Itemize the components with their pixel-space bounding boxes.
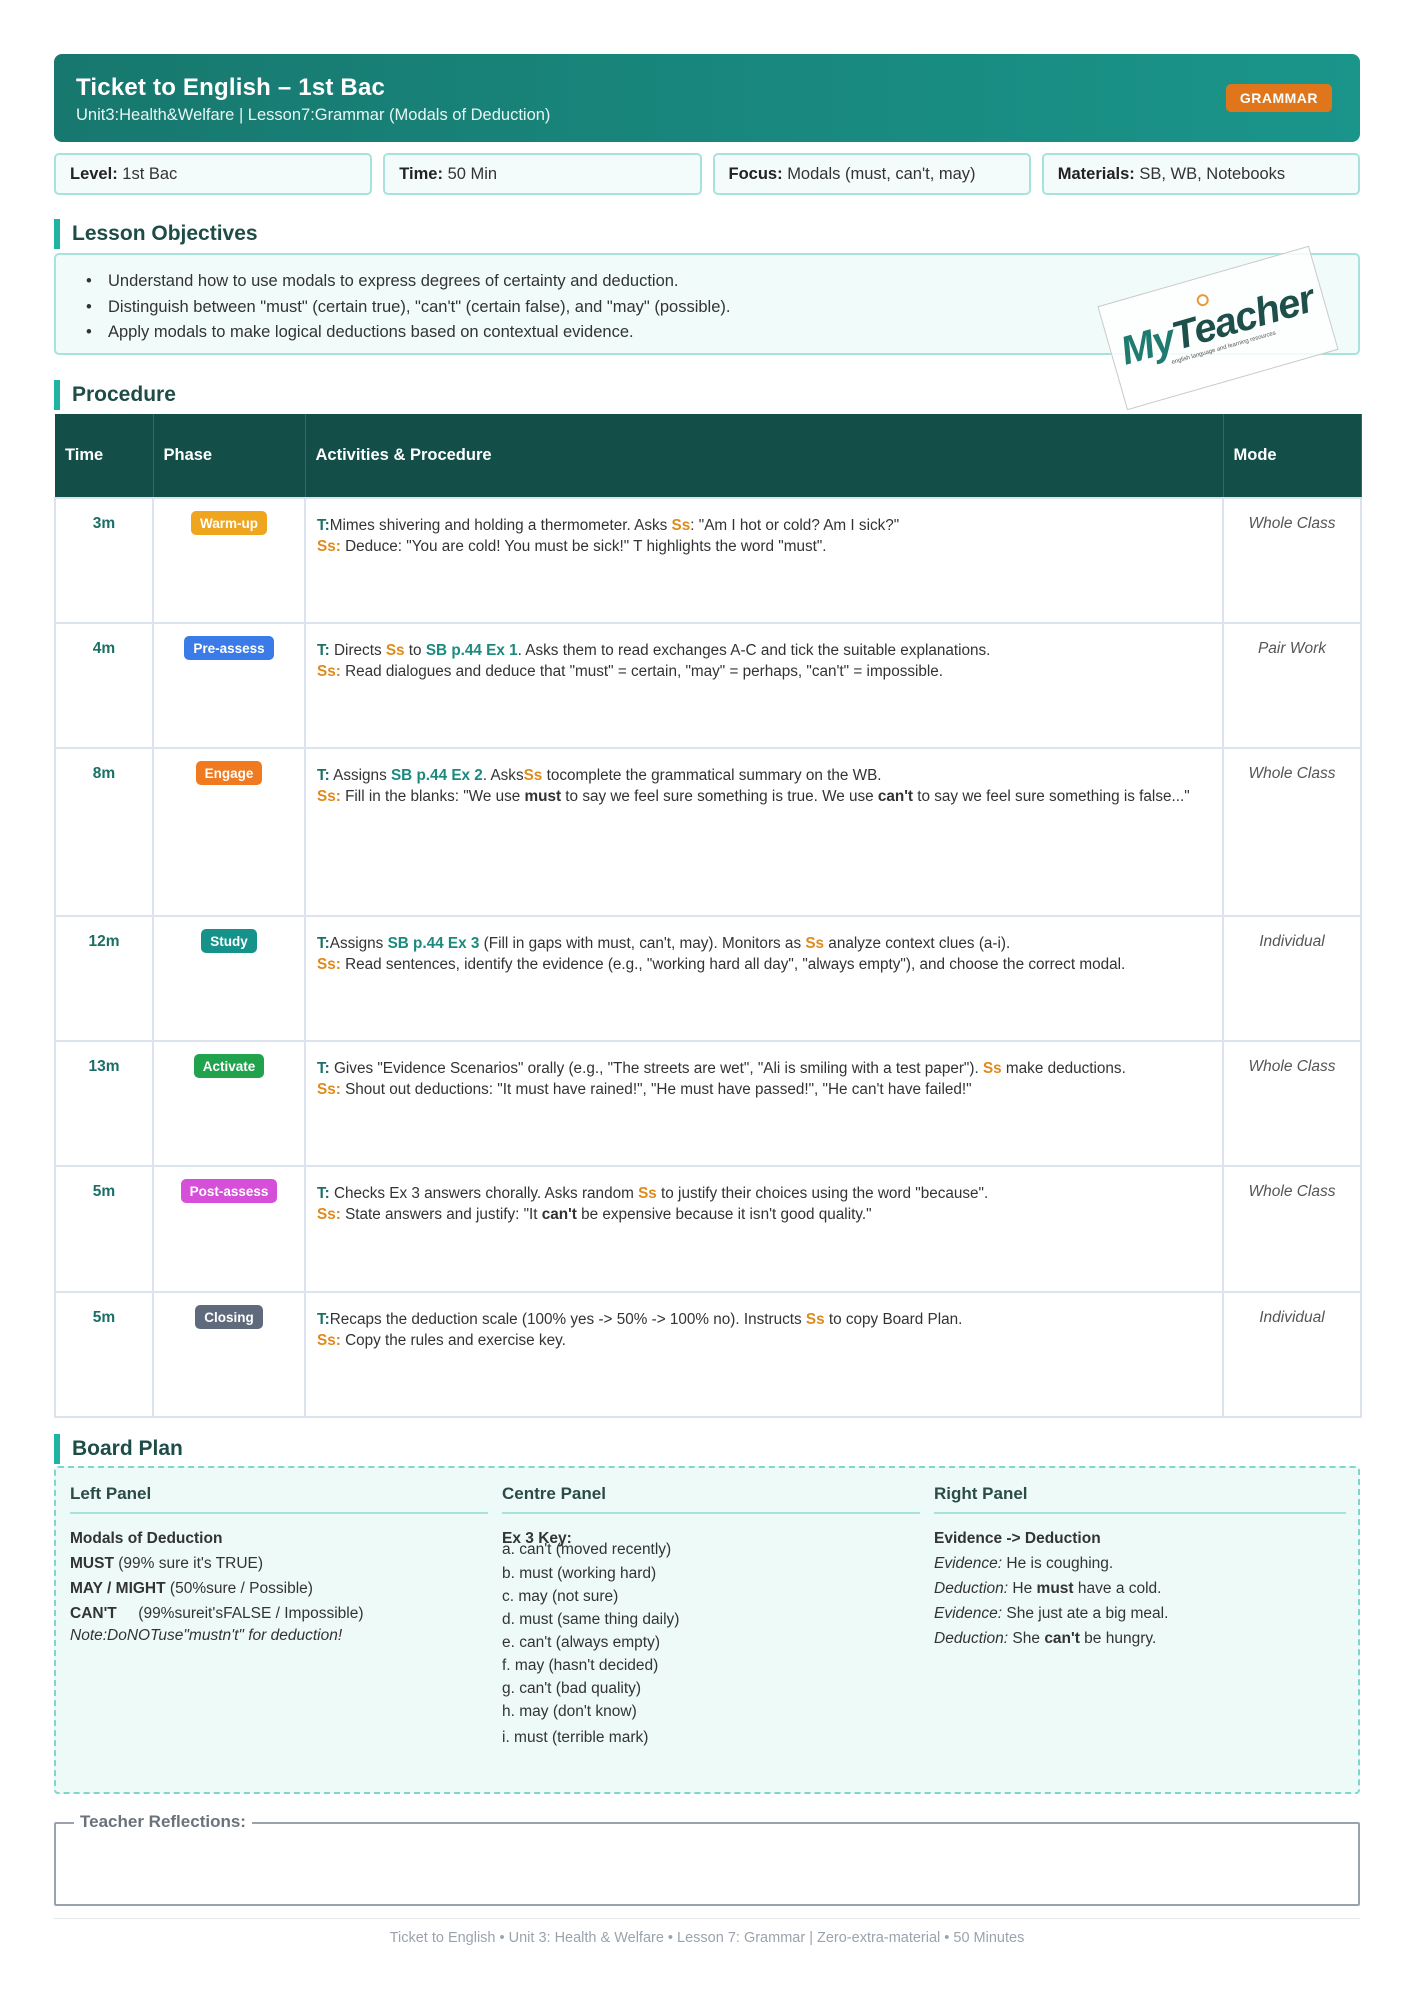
list-item: d. must (same thing daily) — [502, 1611, 680, 1628]
phase-badge: Activate — [193, 1054, 265, 1078]
list-item: g. can't (bad quality) — [502, 1680, 642, 1697]
row-activity: T:Recaps the deduction scale (100% yes -… — [304, 1291, 1224, 1418]
lesson-subtitle: Unit3:Health&Welfare | Lesson7:Grammar (… — [76, 106, 551, 124]
row-time: 3m — [54, 497, 154, 624]
row-mode: Whole Class — [1222, 1040, 1362, 1167]
board-plan-title: Board Plan — [54, 1434, 183, 1464]
table-row: 13m Activate T: Gives "Evidence Scenario… — [54, 1040, 1362, 1167]
page-footer: Ticket to English • Unit 3: Health & Wel… — [389, 1930, 1025, 1946]
list-item: i. must (terrible mark) — [502, 1729, 649, 1746]
teacher-reflections-box[interactable]: Teacher Reflections: — [54, 1812, 1360, 1906]
row-mode: Whole Class — [1222, 497, 1362, 624]
time-info: Time: 50 Min — [383, 153, 702, 195]
materials-info: Materials: SB, WB, Notebooks — [1041, 153, 1360, 195]
table-row: 5m Post-assess T: Checks Ex 3 answers ch… — [54, 1165, 1362, 1293]
row-mode: Individual — [1222, 915, 1362, 1042]
row-activity: T:Mimes shivering and holding a thermome… — [304, 497, 1224, 624]
row-activity: T: Gives "Evidence Scenarios" orally (e.… — [304, 1040, 1224, 1167]
table-row: 5m Closing T:Recaps the deduction scale … — [54, 1291, 1362, 1418]
row-activity: T:Assigns SB p.44 Ex 3 (Fill in gaps wit… — [304, 915, 1224, 1042]
list-item: h. may (don't know) — [502, 1703, 637, 1720]
panel-heading: Left Panel — [70, 1484, 488, 1514]
panel-heading: Centre Panel — [502, 1484, 920, 1514]
reflections-label: Teacher Reflections: — [74, 1812, 252, 1832]
table-header-row: Time Phase Activities & Procedure Mode — [55, 414, 1362, 498]
table-row: 8m Engage T: Assigns SB p.44 Ex 2. AsksS… — [54, 747, 1362, 917]
row-time: 5m — [54, 1165, 154, 1293]
lesson-info-row: Level: 1st Bac Time: 50 Min Focus: Modal… — [54, 153, 1360, 195]
row-activity: T: Assigns SB p.44 Ex 2. AsksSs tocomple… — [304, 747, 1224, 917]
phase-badge: Study — [201, 929, 257, 953]
row-activity: T: Directs Ss to SB p.44 Ex 1. Asks them… — [304, 622, 1224, 749]
row-time: 4m — [54, 622, 154, 749]
row-mode: Individual — [1222, 1291, 1362, 1418]
list-item: a. can't (moved recently) — [502, 1541, 672, 1558]
footer-divider — [54, 1918, 1360, 1919]
focus-info: Focus: Modals (must, can't, may) — [712, 153, 1031, 195]
lesson-title: Ticket to English – 1st Bac — [76, 74, 386, 101]
table-row: 4m Pre-assess T: Directs Ss to SB p.44 E… — [54, 622, 1362, 749]
list-item: c. may (not sure) — [502, 1588, 619, 1605]
phase-badge: Closing — [195, 1305, 263, 1329]
right-panel: Right Panel Evidence -> Deduction Eviden… — [934, 1484, 1346, 1651]
phase-badge: Pre-assess — [184, 636, 274, 660]
header-mode: Mode — [1223, 414, 1362, 498]
table-row: 12m Study T:Assigns SB p.44 Ex 3 (Fill i… — [54, 915, 1362, 1042]
table-row: 3m Warm-up T:Mimes shivering and holding… — [54, 497, 1362, 624]
header-phase: Phase — [153, 414, 306, 498]
row-activity: T: Checks Ex 3 answers chorally. Asks ra… — [304, 1165, 1224, 1293]
list-item: e. can't (always empty) — [502, 1634, 661, 1651]
row-mode: Whole Class — [1222, 1165, 1362, 1293]
procedure-table: Time Phase Activities & Procedure Mode 3… — [54, 414, 1362, 1418]
lesson-header: Ticket to English – 1st Bac Unit3:Health… — [54, 54, 1360, 142]
left-panel: Left Panel Modals of Deduction MUST (99%… — [70, 1484, 488, 1646]
procedure-title: Procedure — [54, 380, 176, 410]
row-time: 5m — [54, 1291, 154, 1418]
phase-badge: Warm-up — [191, 511, 267, 535]
row-mode: Whole Class — [1222, 747, 1362, 917]
row-mode: Pair Work — [1222, 622, 1362, 749]
grammar-badge: GRAMMAR — [1225, 84, 1332, 112]
row-time: 13m — [54, 1040, 154, 1167]
row-time: 8m — [54, 747, 154, 917]
panel-heading: Right Panel — [934, 1484, 1346, 1514]
header-activities: Activities & Procedure — [305, 414, 1224, 498]
board-plan: Left Panel Modals of Deduction MUST (99%… — [54, 1466, 1360, 1794]
phase-badge: Post-assess — [180, 1179, 278, 1203]
centre-panel: Centre Panel Ex 3 Key: a. can't (moved r… — [502, 1484, 920, 1752]
phase-badge: Engage — [195, 761, 263, 785]
list-item: b. must (working hard) — [502, 1565, 657, 1582]
row-time: 12m — [54, 915, 154, 1042]
list-item: f. may (hasn't decided) — [502, 1657, 659, 1674]
objectives-title: Lesson Objectives — [54, 219, 258, 249]
level-info: Level: 1st Bac — [54, 153, 373, 195]
header-time: Time — [55, 414, 154, 498]
